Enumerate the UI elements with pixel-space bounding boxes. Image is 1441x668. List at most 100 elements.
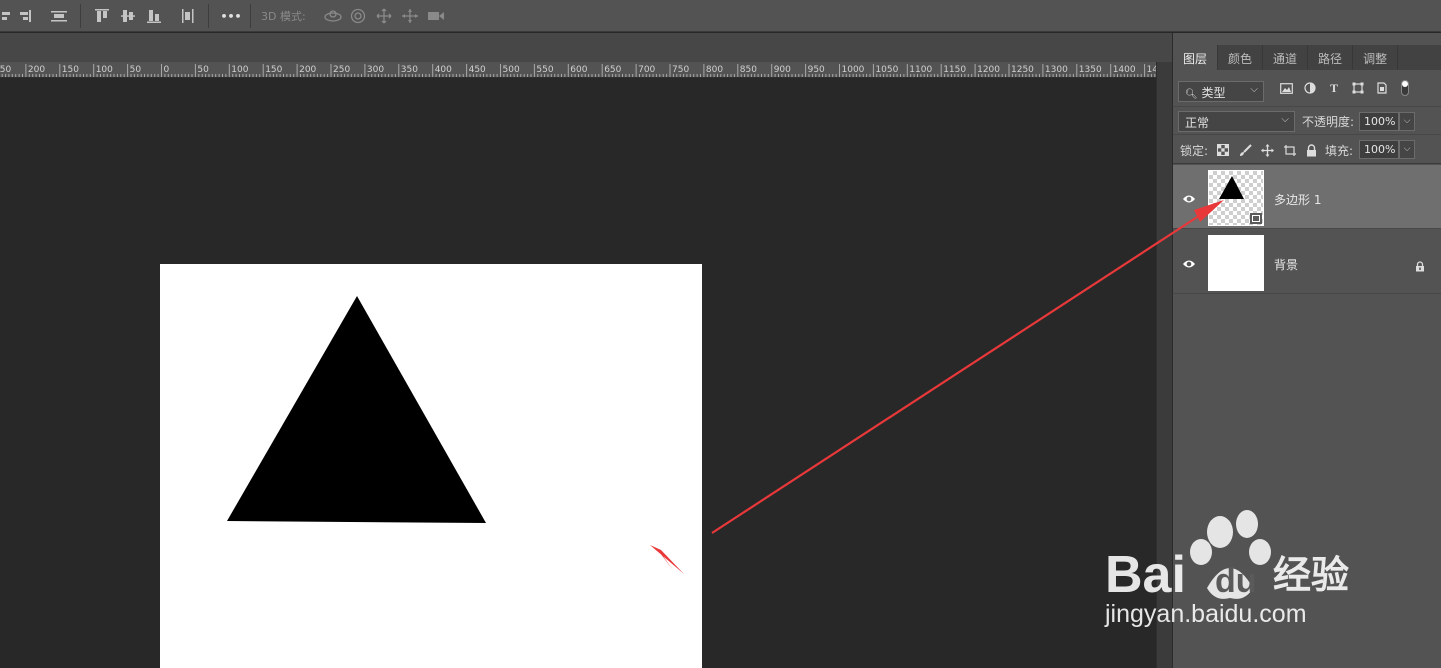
visibility-eye-icon[interactable] <box>1182 190 1196 203</box>
ruler-label: 1200 <box>977 65 1000 75</box>
lock-artboard-icon[interactable] <box>1282 143 1296 157</box>
filter-type-icon[interactable]: T <box>1326 80 1342 96</box>
fill-slider-toggle-icon[interactable]: ⌵ <box>1399 140 1415 159</box>
lock-image-pixels-icon[interactable] <box>1238 143 1252 157</box>
separator <box>250 4 251 28</box>
separator <box>208 4 209 28</box>
separator <box>80 4 81 28</box>
ruler-label: 150 <box>265 65 282 75</box>
ruler-label: 14 <box>1147 65 1156 75</box>
opacity-input[interactable]: 100% ⌵ <box>1359 112 1415 131</box>
ruler-label: 950 <box>808 65 825 75</box>
opacity-value: 100% <box>1364 115 1396 128</box>
roll-3d-icon[interactable] <box>349 8 367 24</box>
filter-toggle-icon[interactable] <box>1400 80 1410 96</box>
chevron-down-icon: ⌵ <box>1281 114 1289 125</box>
align-vertical-center-icon[interactable] <box>120 8 136 24</box>
layer-row-background[interactable]: 背景 <box>1173 230 1441 294</box>
tab-adjustments[interactable]: 调整 <box>1353 45 1399 70</box>
filter-adjustment-icon[interactable] <box>1302 80 1318 96</box>
ruler-label: 1400 <box>1113 65 1136 75</box>
layer-row-polygon[interactable]: 多边形 1 <box>1173 165 1441 229</box>
align-left-icon[interactable] <box>0 8 14 24</box>
ruler-label: 750 <box>672 65 689 75</box>
slide-3d-icon[interactable] <box>400 8 420 24</box>
lock-row: 锁定: 填充: 100% ⌵ <box>1173 134 1441 164</box>
svg-text:Bai: Bai <box>1105 546 1186 604</box>
blend-row: 正常 ⌵ 不透明度: 100% ⌵ <box>1173 106 1441 134</box>
chevron-down-icon: ⌵ <box>1250 84 1258 95</box>
ruler-label: 250 <box>0 65 11 75</box>
svg-text:经验: 经验 <box>1273 553 1349 597</box>
photoshop-window: ••• 3D 模式: 250 200 150 100 500 50 100 150 200 250… <box>0 0 1441 668</box>
filter-smart-object-icon[interactable] <box>1374 80 1390 96</box>
ruler-label: 800 <box>706 65 723 75</box>
camera-3d-icon[interactable] <box>426 8 446 24</box>
layer-lock-icon <box>1415 257 1425 276</box>
tab-channels[interactable]: 通道 <box>1263 45 1309 70</box>
lock-all-icon[interactable] <box>1304 143 1318 157</box>
layer-name[interactable]: 背景 <box>1274 256 1298 273</box>
ruler-label: 50 <box>130 65 142 75</box>
filter-shape-icon[interactable] <box>1350 80 1366 96</box>
ruler-label: 0 <box>164 65 170 75</box>
pan-3d-icon[interactable] <box>375 8 393 24</box>
ruler-label: 1250 <box>1011 65 1034 75</box>
ruler-label: 1150 <box>943 65 966 75</box>
document-tab-strip <box>0 33 1172 62</box>
ruler-label: 500 <box>503 65 520 75</box>
distribute-vertical-icon[interactable] <box>180 8 196 24</box>
ruler-label: 450 <box>469 65 486 75</box>
distribute-horizontal-icon[interactable] <box>50 8 68 24</box>
blend-mode-value: 正常 <box>1185 116 1210 130</box>
ruler-label: 200 <box>28 65 45 75</box>
align-right-icon[interactable] <box>16 8 32 24</box>
ruler-label: 1050 <box>875 65 898 75</box>
visibility-eye-icon[interactable] <box>1182 255 1196 268</box>
document-canvas[interactable] <box>160 264 702 668</box>
polygon-triangle-shape[interactable] <box>160 264 702 668</box>
tab-layers[interactable]: 图层 <box>1173 45 1219 70</box>
ruler-label: 100 <box>231 65 248 75</box>
svg-text:du: du <box>1215 562 1257 600</box>
ruler-ticks: 2502001501005005010015020025030035040045… <box>0 64 1156 77</box>
more-icon[interactable]: ••• <box>220 8 241 24</box>
align-bottom-icon[interactable] <box>146 8 162 24</box>
layer-thumbnail-background <box>1208 235 1264 291</box>
ruler-label: 1100 <box>909 65 932 75</box>
layer-name[interactable]: 多边形 1 <box>1274 191 1321 208</box>
options-bar: ••• 3D 模式: <box>0 0 1441 32</box>
ruler-label: 550 <box>536 65 553 75</box>
opacity-label: 不透明度: <box>1302 115 1355 129</box>
ruler-label: 200 <box>299 65 316 75</box>
ruler-label: 250 <box>333 65 350 75</box>
layer-thumbnail-polygon <box>1208 170 1264 226</box>
ruler-label: 150 <box>62 65 79 75</box>
ruler-label: 400 <box>435 65 452 75</box>
lock-position-icon[interactable] <box>1260 143 1274 157</box>
tab-paths[interactable]: 路径 <box>1308 45 1354 70</box>
align-top-icon[interactable] <box>94 8 110 24</box>
lock-transparent-pixels-icon[interactable] <box>1216 143 1230 157</box>
triangle-thumbnail-icon <box>1219 176 1262 224</box>
search-icon: 🔍︎ <box>1185 89 1198 100</box>
tab-color[interactable]: 颜色 <box>1218 45 1264 70</box>
fill-input[interactable]: 100% ⌵ <box>1359 140 1415 159</box>
blend-mode-select[interactable]: 正常 ⌵ <box>1178 111 1295 132</box>
layer-filter-kind-select[interactable]: 🔍︎ 类型 ⌵ <box>1178 81 1264 102</box>
panel-tabs: 图层 颜色 通道 路径 调整 <box>1173 45 1441 70</box>
3d-mode-label: 3D 模式: <box>261 10 306 23</box>
orbit-3d-icon[interactable] <box>323 8 343 24</box>
ruler-label: 600 <box>570 65 587 75</box>
ruler-label: 650 <box>604 65 621 75</box>
ruler-label: 1000 <box>842 65 865 75</box>
ruler-label: 850 <box>740 65 757 75</box>
ruler-label: 1350 <box>1079 65 1102 75</box>
opacity-slider-toggle-icon[interactable]: ⌵ <box>1399 112 1415 131</box>
lock-label: 锁定: <box>1180 144 1209 158</box>
ruler-label: 100 <box>96 65 113 75</box>
ruler-label: 300 <box>367 65 384 75</box>
horizontal-ruler: 2502001501005005010015020025030035040045… <box>0 62 1156 78</box>
filter-pixel-icon[interactable] <box>1278 80 1294 96</box>
fill-value: 100% <box>1364 143 1396 156</box>
